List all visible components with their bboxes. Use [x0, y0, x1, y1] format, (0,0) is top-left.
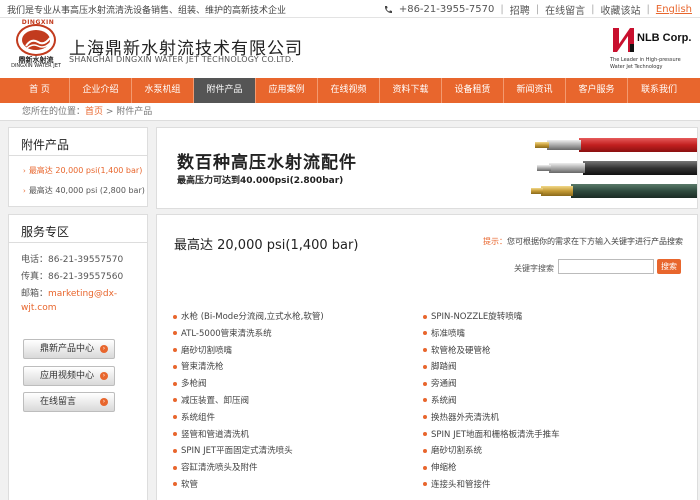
email-link-continued[interactable]: wjt.com — [21, 303, 56, 313]
email-link[interactable]: marketing@dx- — [48, 289, 117, 299]
product-link[interactable]: 软管枪及硬管枪 — [423, 344, 560, 361]
online-message-button[interactable]: 在线留言 › — [23, 392, 115, 412]
product-link[interactable]: SPIN JET平面固定式清洗喷头 — [173, 444, 324, 461]
arrow-right-icon: › — [100, 398, 108, 406]
arrow-right-icon: › — [100, 345, 108, 353]
tip-label: 提示： — [483, 237, 507, 246]
bookmark-link[interactable]: 收藏该站 — [601, 2, 641, 17]
arrow-right-icon: › — [100, 372, 108, 380]
product-link[interactable]: 水枪 (Bi-Mode分流阀,立式水枪,软管) — [173, 310, 324, 327]
product-link[interactable]: 伸缩枪 — [423, 461, 560, 478]
product-link[interactable]: 换热器外壳清洗机 — [423, 411, 560, 428]
service-phone: 电话：86-21-39557570 — [21, 255, 124, 265]
category-panel: 附件产品 › 最高达 20,000 psi(1,400 bar) › 最高达 40,… — [8, 127, 148, 207]
product-link[interactable]: 多枪阀 — [173, 377, 324, 394]
product-link[interactable]: 竖管和管道清洗机 — [173, 428, 324, 445]
section-title: 最高达 20,000 psi(1,400 bar) — [174, 238, 359, 253]
product-link[interactable]: SPIN JET地面和栅格板清洗手推车 — [423, 428, 560, 445]
top-links: +86-21-3955-7570 | 招聘 | 在线留言 | 收藏该站 | En… — [383, 2, 692, 17]
main-nav: 首 页 企业介绍 水泵机组 附件产品 应用案例 在线视频 资料下载 设备租赁 新… — [0, 78, 700, 103]
product-link[interactable]: 标准喷嘴 — [423, 327, 560, 344]
header: DINGXIN 鼎新水射流 DINGXIN WATER JET 上海鼎新水射流技… — [0, 18, 700, 78]
breadcrumb-prefix: 您所在的位置： — [22, 107, 86, 117]
product-list-right: SPIN-NOZZLE旋转喷嘴 标准喷嘴 软管枪及硬管枪 脚踏阀 旁通阀 系统阀… — [423, 310, 560, 495]
nav-rental[interactable]: 设备租赁 — [442, 78, 504, 103]
video-center-button[interactable]: 应用视频中心 › — [23, 366, 115, 386]
logo-ring-text: DINGXIN — [21, 19, 55, 26]
nav-home[interactable]: 首 页 — [10, 78, 70, 103]
breadcrumb-current: 附件产品 — [116, 107, 153, 117]
site-intro: 我们是专业从事高压水射流清洗设备销售、组装、维护的高新技术企业 — [7, 6, 287, 16]
banner-subline: 最高压力可达到40.000psi(2.800bar) — [177, 176, 344, 186]
nlb-brand: NLB Corp. — [637, 32, 692, 44]
product-link[interactable]: 磨砂切割喷嘴 — [173, 344, 324, 361]
nlb-logo[interactable]: NLB Corp. The Leader in High-pressure Wa… — [610, 26, 694, 74]
nav-cases[interactable]: 应用案例 — [256, 78, 318, 103]
hose-image — [531, 138, 697, 198]
search-button[interactable]: 搜索 — [657, 259, 681, 274]
english-link[interactable]: English — [656, 4, 692, 15]
nlb-tagline-1: The Leader in High-pressure — [610, 57, 681, 63]
service-fax: 传真：86-21-39557560 — [21, 272, 124, 282]
product-link[interactable]: 连接头和管接件 — [423, 478, 560, 495]
product-link[interactable]: 脚踏阀 — [423, 360, 560, 377]
product-link[interactable]: 软管 — [173, 478, 324, 495]
product-link[interactable]: 系统阀 — [423, 394, 560, 411]
nav-downloads[interactable]: 资料下载 — [380, 78, 442, 103]
chevron-right-icon: › — [23, 187, 26, 195]
banner-headline: 数百种高压水射流配件 — [177, 153, 357, 173]
product-link[interactable]: 系统组件 — [173, 411, 324, 428]
breadcrumb: 您所在的位置：首页 > 附件产品 — [0, 103, 700, 121]
breadcrumb-home[interactable]: 首页 — [85, 107, 103, 117]
product-link[interactable]: 减压装置、卸压阀 — [173, 394, 324, 411]
tip-text: 您可根据你的需求在下方输入关键字进行产品搜索 — [507, 237, 683, 246]
search-label: 关键字搜索 — [514, 264, 554, 273]
company-name-en: SHANGHAI DINGXIN WATER JET TECHNOLOGY CO… — [69, 55, 294, 64]
top-bar: 我们是专业从事高压水射流清洗设备销售、组装、维护的高新技术企业 +86-21-3… — [0, 0, 700, 18]
product-center-button[interactable]: 鼎新产品中心 › — [23, 339, 115, 359]
product-link[interactable]: ATL-5000管束清洗系统 — [173, 327, 324, 344]
chevron-right-icon: › — [23, 167, 26, 175]
message-link[interactable]: 在线留言 — [545, 2, 585, 17]
product-link[interactable]: SPIN-NOZZLE旋转喷嘴 — [423, 310, 560, 327]
search-tip: 提示：您可根据你的需求在下方输入关键字进行产品搜索 — [483, 236, 683, 247]
phone-icon — [383, 5, 393, 15]
product-link[interactable]: 管束清洗枪 — [173, 360, 324, 377]
service-panel: 服务专区 电话：86-21-39557570 传真：86-21-39557560… — [8, 214, 148, 500]
phone-number: +86-21-3955-7570 — [398, 4, 495, 15]
product-link[interactable]: 容缸清洗喷头及附件 — [173, 461, 324, 478]
nlb-tagline-2: Water Jet Technology — [610, 64, 663, 70]
product-banner: 数百种高压水射流配件 最高压力可达到40.000psi(2.800bar) — [156, 127, 698, 209]
nav-news[interactable]: 新闻资讯 — [504, 78, 566, 103]
nav-pumps[interactable]: 水泵机组 — [132, 78, 194, 103]
jobs-link[interactable]: 招聘 — [510, 2, 530, 17]
product-list-panel: 最高达 20,000 psi(1,400 bar) 提示：您可根据你的需求在下方… — [156, 214, 698, 500]
category-label: 最高达 20,000 psi(1,400 bar) — [28, 166, 143, 175]
nav-service[interactable]: 客户服务 — [566, 78, 628, 103]
button-label: 鼎新产品中心 — [40, 344, 95, 354]
category-label: 最高达 40,000 psi (2,800 bar) — [28, 186, 145, 195]
category-title: 附件产品 — [9, 128, 147, 156]
nav-accessories[interactable]: 附件产品 — [194, 78, 256, 103]
nav-about[interactable]: 企业介绍 — [70, 78, 132, 103]
category-40000psi[interactable]: › 最高达 40,000 psi (2,800 bar) — [23, 185, 145, 196]
email-prefix: 邮箱： — [21, 289, 49, 299]
service-email-line: 邮箱：marketing@dx- — [21, 286, 117, 299]
product-link[interactable]: 磨砂切割系统 — [423, 444, 560, 461]
keyword-search-input[interactable] — [558, 259, 654, 274]
button-label: 应用视频中心 — [40, 371, 95, 381]
service-title: 服务专区 — [9, 215, 147, 243]
button-label: 在线留言 — [40, 397, 77, 407]
logo-en-text: DINGXIN WATER JET — [11, 63, 61, 69]
product-link[interactable]: 旁通阀 — [423, 377, 560, 394]
nav-videos[interactable]: 在线视频 — [318, 78, 380, 103]
nav-contact[interactable]: 联系我们 — [628, 78, 690, 103]
product-list-left: 水枪 (Bi-Mode分流阀,立式水枪,软管) ATL-5000管束清洗系统 磨… — [173, 310, 324, 495]
dingxin-logo[interactable]: DINGXIN — [16, 19, 56, 56]
nlb-mark-icon — [610, 26, 636, 54]
category-20000psi[interactable]: › 最高达 20,000 psi(1,400 bar) — [23, 165, 142, 176]
breadcrumb-separator: > — [103, 107, 117, 117]
